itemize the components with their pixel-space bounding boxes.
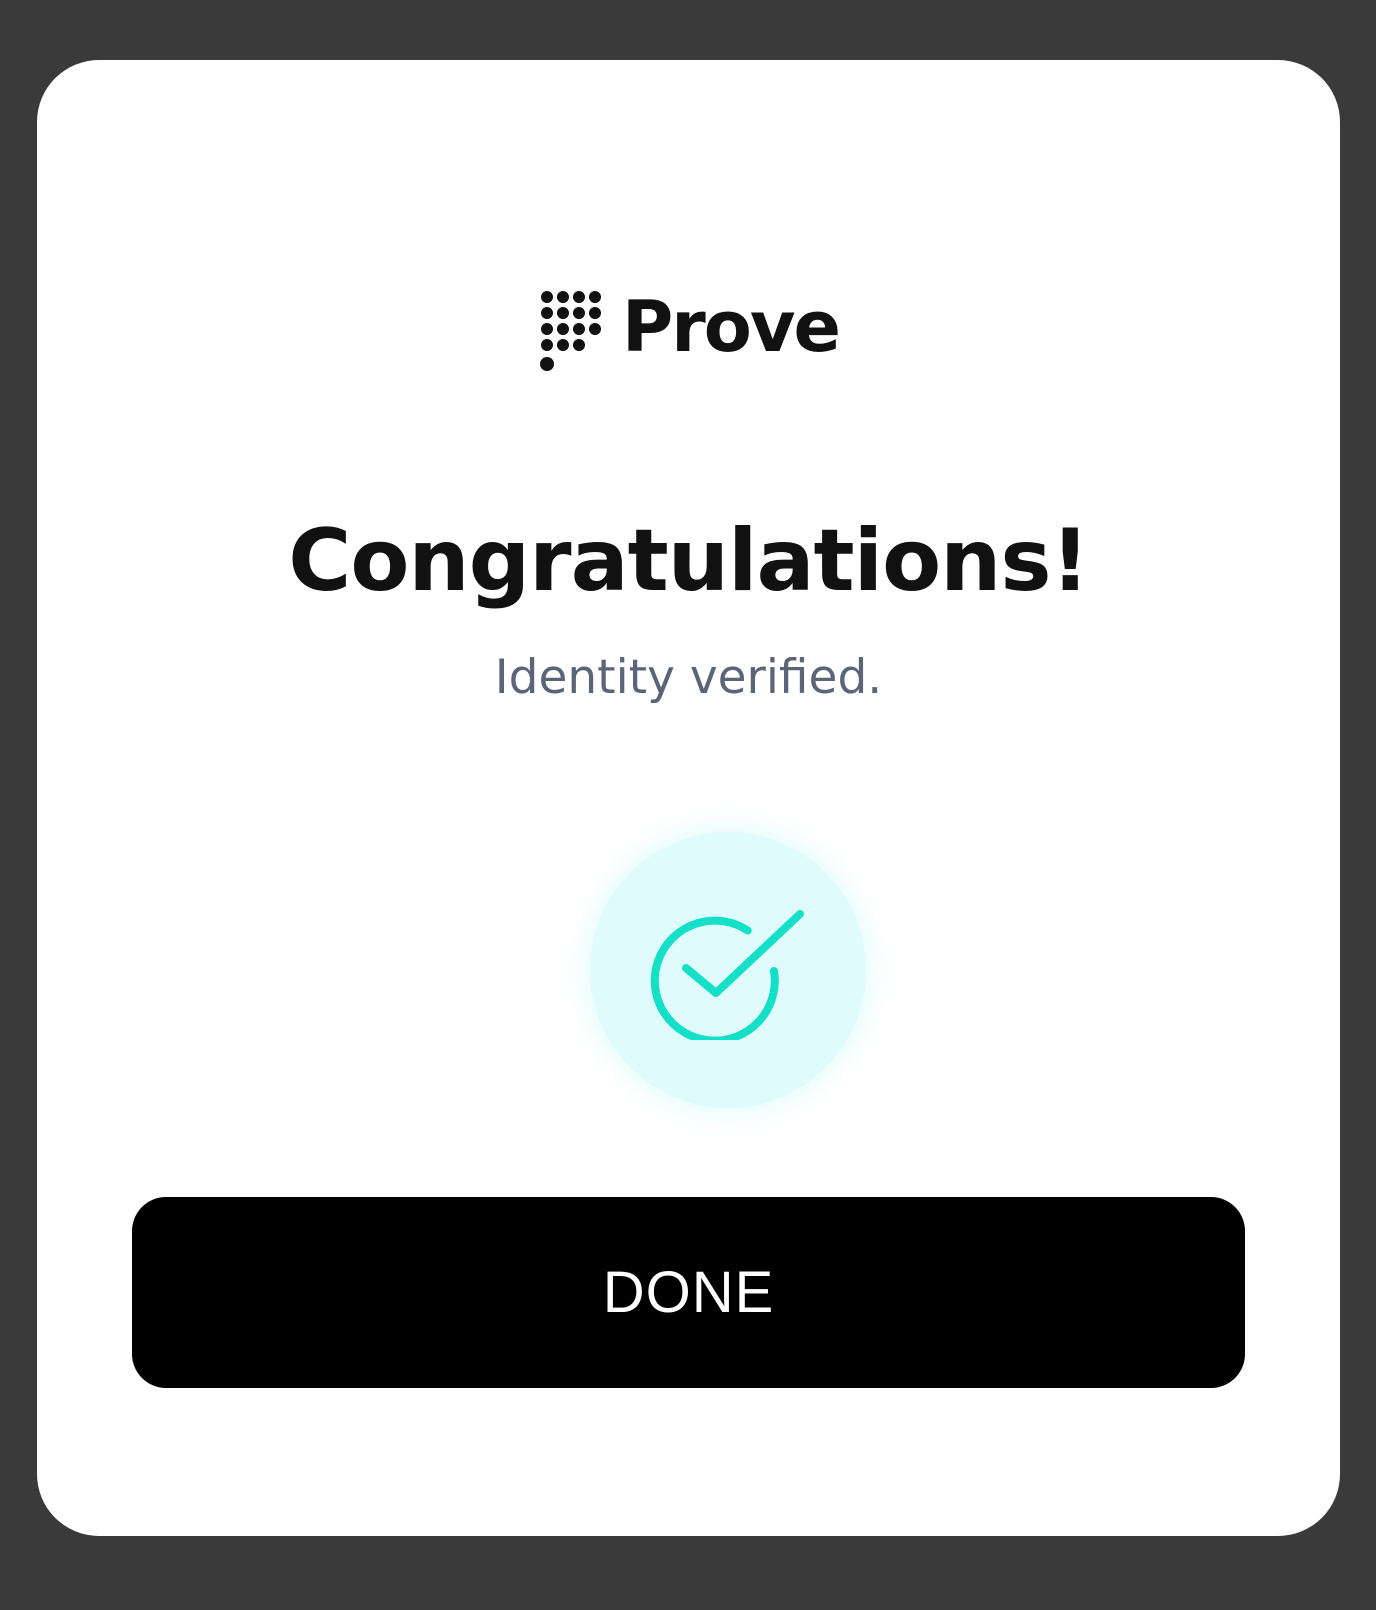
status-message: Identity verified. <box>494 650 883 705</box>
prove-logo-icon <box>539 291 601 371</box>
done-button[interactable]: DONE <box>132 1197 1245 1388</box>
prove-logo: Prove <box>37 286 1340 376</box>
success-badge <box>590 832 866 1108</box>
page-title: Congratulations! <box>288 511 1090 611</box>
verification-success-card: Prove Congratulations! Identity verified… <box>37 60 1340 1536</box>
brand-name: Prove <box>621 286 841 368</box>
check-circle-icon <box>650 910 804 1040</box>
